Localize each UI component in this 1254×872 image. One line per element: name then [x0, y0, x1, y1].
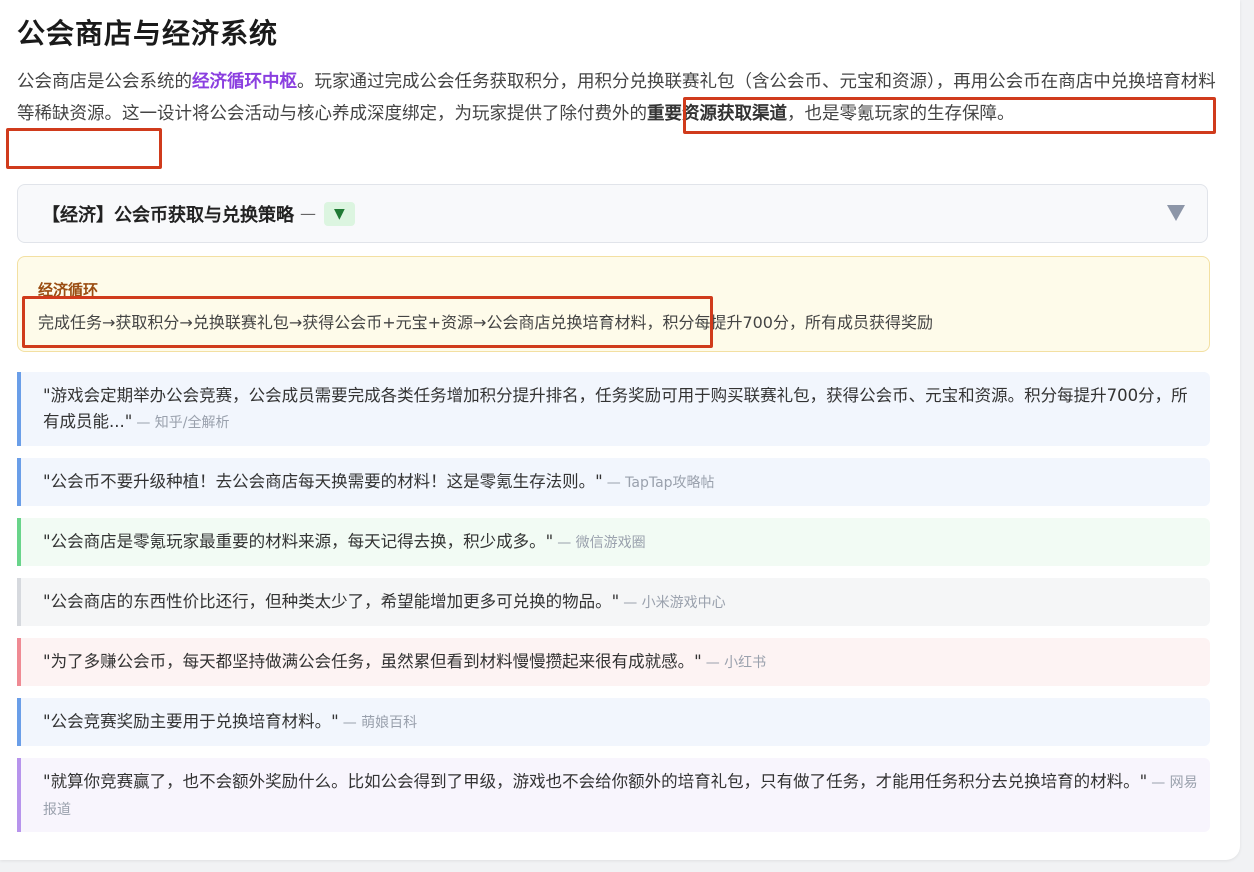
quote-card: "就算你竞赛赢了，也不会额外奖励什么。比如公会得到了甲级，游戏也不会给你额外的培… — [17, 758, 1210, 832]
quote-source: — 知乎/全解析 — [136, 415, 230, 431]
quote-text: "公会币不要升级种植！去公会商店每天换需要的材料！这是零氪生存法则。" — [43, 472, 603, 491]
quote-source: — 微信游戏圈 — [557, 535, 646, 551]
intro-paragraph: 公会商店是公会系统的经济循环中枢。玩家通过完成公会任务获取积分，用积分兑换联赛礼… — [17, 66, 1217, 130]
quote-card: "公会商店的东西性价比还行，但种类太少了，希望能增加更多可兑换的物品。" — 小米… — [17, 578, 1210, 626]
quote-card: "公会币不要升级种植！去公会商店每天换需要的材料！这是零氪生存法则。" — Tap… — [17, 458, 1210, 506]
quote-source: — TapTap攻略帖 — [606, 475, 715, 491]
quote-text: "公会商店的东西性价比还行，但种类太少了，希望能增加更多可兑换的物品。" — [43, 592, 620, 611]
economy-cycle-title: 经济循环 — [38, 281, 99, 299]
quote-card: "为了多赚公会币，每天都坚持做满公会任务，虽然累但看到材料慢慢攒起来很有成就感。… — [17, 638, 1210, 686]
quote-card: "游戏会定期举办公会竞赛，公会成员需要完成各类任务增加积分提升排名，任务奖励可用… — [17, 372, 1210, 446]
annotation-box-survival — [6, 128, 162, 169]
quote-source: — 小红书 — [705, 655, 767, 671]
quote-text: "公会商店是零氪玩家最重要的材料来源，每天记得去换，积少成多。" — [43, 532, 554, 551]
intro-highlight-resource-channel: 重要资源获取渠道 — [647, 104, 787, 124]
quote-source: — 小米游戏中心 — [623, 595, 726, 611]
intro-text-1: 公会商店是公会系统的 — [17, 72, 192, 92]
economy-cycle-box: 经济循环 完成任务→获取积分→兑换联赛礼包→获得公会币+元宝+资源→公会商店兑换… — [17, 256, 1210, 352]
content-card: 公会商店与经济系统 公会商店是公会系统的经济循环中枢。玩家通过完成公会任务获取积… — [0, 0, 1240, 860]
intro-text-3: ，也是零氪玩家的生存保障。 — [787, 104, 1015, 124]
accordion-title: 【经济】公会币获取与兑换策略 — [42, 204, 294, 226]
intro-highlight-economy-hub: 经济循环中枢 — [192, 72, 297, 92]
economy-cycle-text: 完成任务→获取积分→兑换联赛礼包→获得公会币+元宝+资源→公会商店兑换培育材料，… — [38, 313, 933, 332]
quote-source: — 萌娘百科 — [342, 715, 418, 731]
quote-card: "公会商店是零氪玩家最重要的材料来源，每天记得去换，积少成多。" — 微信游戏圈 — [17, 518, 1210, 566]
chevron-down-icon[interactable] — [1167, 205, 1185, 221]
quote-card: "公会竞赛奖励主要用于兑换培育材料。" — 萌娘百科 — [17, 698, 1210, 746]
economy-strategy-accordion[interactable]: 【经济】公会币获取与兑换策略 — ▼ — [17, 184, 1208, 243]
accordion-dash: — — [300, 204, 316, 223]
page-title: 公会商店与经济系统 — [17, 17, 279, 50]
quote-text: "公会竞赛奖励主要用于兑换培育材料。" — [43, 712, 339, 731]
expand-badge[interactable]: ▼ — [324, 201, 355, 226]
quote-text: "就算你竞赛赢了，也不会额外奖励什么。比如公会得到了甲级，游戏也不会给你额外的培… — [43, 772, 1148, 791]
quote-text: "为了多赚公会币，每天都坚持做满公会任务，虽然累但看到材料慢慢攒起来很有成就感。… — [43, 652, 702, 671]
